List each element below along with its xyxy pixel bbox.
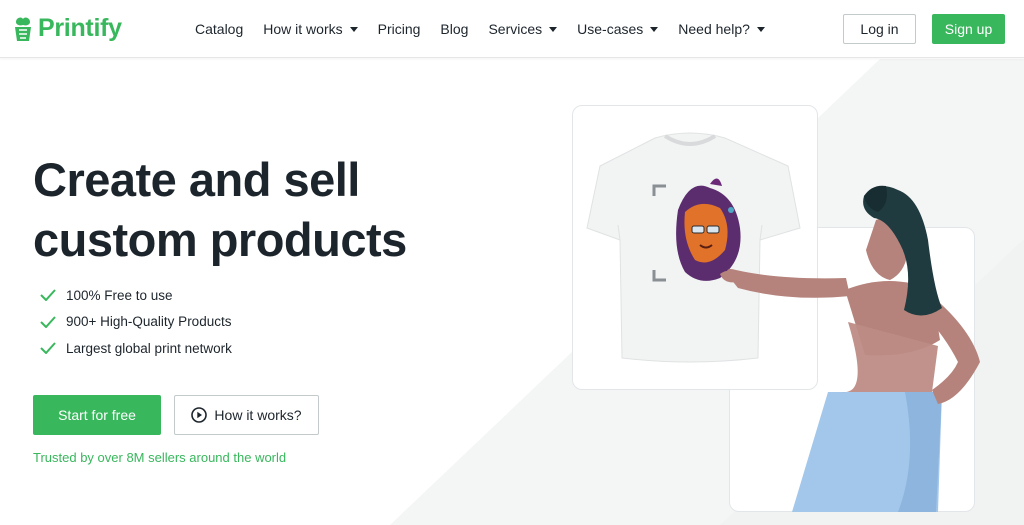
chevron-down-icon bbox=[756, 26, 765, 32]
feature-item: Largest global print network bbox=[40, 335, 232, 362]
nav-label: Services bbox=[488, 21, 543, 37]
chevron-down-icon bbox=[349, 26, 358, 32]
nav-item-need-help[interactable]: Need help? bbox=[678, 21, 765, 37]
check-icon bbox=[40, 289, 56, 302]
nav-label: Catalog bbox=[195, 21, 244, 37]
nav-label: Blog bbox=[440, 21, 469, 37]
nav-label: Use-cases bbox=[577, 21, 644, 37]
brand-name: Printify bbox=[38, 14, 122, 42]
feature-list: 100% Free to use 900+ High-Quality Produ… bbox=[40, 282, 232, 362]
top-header: Printify Catalog How it works Pricing Bl… bbox=[0, 0, 1024, 58]
check-icon bbox=[40, 316, 56, 328]
feature-text: 100% Free to use bbox=[66, 287, 173, 303]
signup-button[interactable]: Sign up bbox=[932, 14, 1005, 44]
start-for-free-button[interactable]: Start for free bbox=[33, 395, 161, 435]
feature-text: Largest global print network bbox=[66, 340, 232, 356]
hero-title-line-1: Create and sell bbox=[33, 153, 360, 206]
chevron-down-icon bbox=[549, 26, 558, 32]
nav-item-catalog[interactable]: Catalog bbox=[195, 21, 243, 37]
nav-item-how-it-works[interactable]: How it works bbox=[263, 21, 358, 37]
main-nav: Catalog How it works Pricing Blog Servic… bbox=[195, 0, 785, 58]
hero-title: Create and sell custom products bbox=[33, 150, 453, 270]
feature-text: 900+ High-Quality Products bbox=[66, 314, 232, 330]
nav-item-use-cases[interactable]: Use-cases bbox=[577, 21, 659, 37]
check-icon bbox=[40, 342, 56, 355]
brand-logo[interactable]: Printify bbox=[12, 14, 122, 43]
nav-label: Need help? bbox=[678, 21, 750, 37]
hero-title-line-2: custom products bbox=[33, 213, 407, 266]
nav-item-services[interactable]: Services bbox=[488, 21, 558, 37]
feature-item: 100% Free to use bbox=[40, 282, 232, 309]
nav-label: Pricing bbox=[377, 21, 421, 37]
play-circle-icon bbox=[191, 407, 208, 423]
illustration-card-front bbox=[572, 105, 818, 390]
trusted-by-text: Trusted by over 8M sellers around the wo… bbox=[33, 450, 287, 465]
printify-logo-icon bbox=[15, 17, 31, 41]
feature-item: 900+ High-Quality Products bbox=[40, 309, 232, 336]
how-it-works-button[interactable]: How it works? bbox=[174, 395, 319, 435]
nav-label: How it works bbox=[263, 21, 343, 37]
nav-item-blog[interactable]: Blog bbox=[440, 21, 468, 37]
chevron-down-icon bbox=[650, 26, 659, 32]
nav-item-pricing[interactable]: Pricing bbox=[378, 21, 421, 37]
login-button[interactable]: Log in bbox=[843, 14, 916, 44]
how-it-works-label: How it works? bbox=[214, 407, 302, 423]
